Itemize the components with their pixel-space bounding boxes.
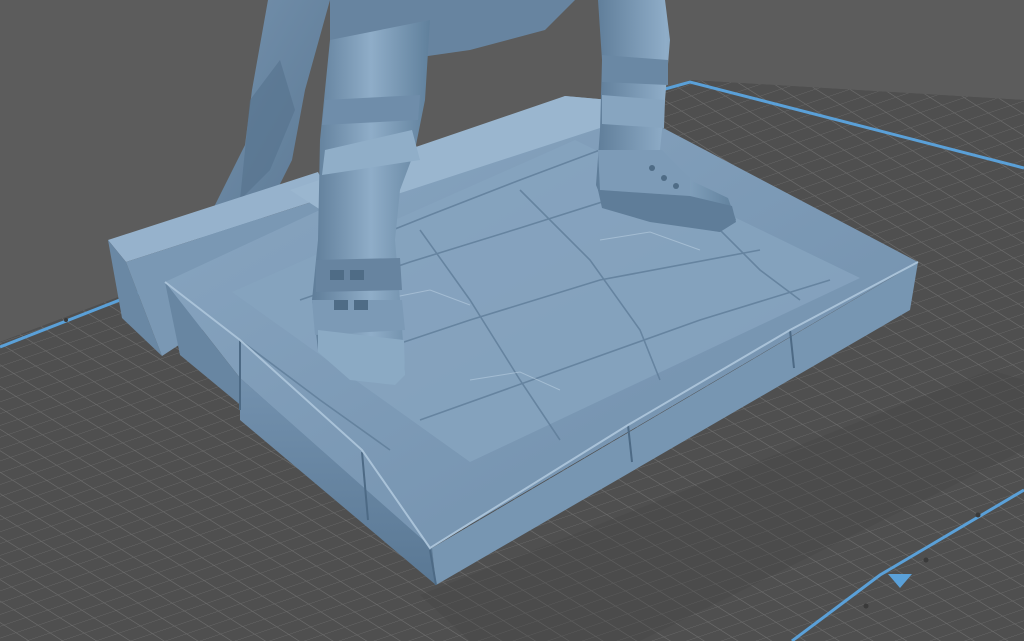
3d-viewport[interactable]	[0, 0, 1024, 641]
